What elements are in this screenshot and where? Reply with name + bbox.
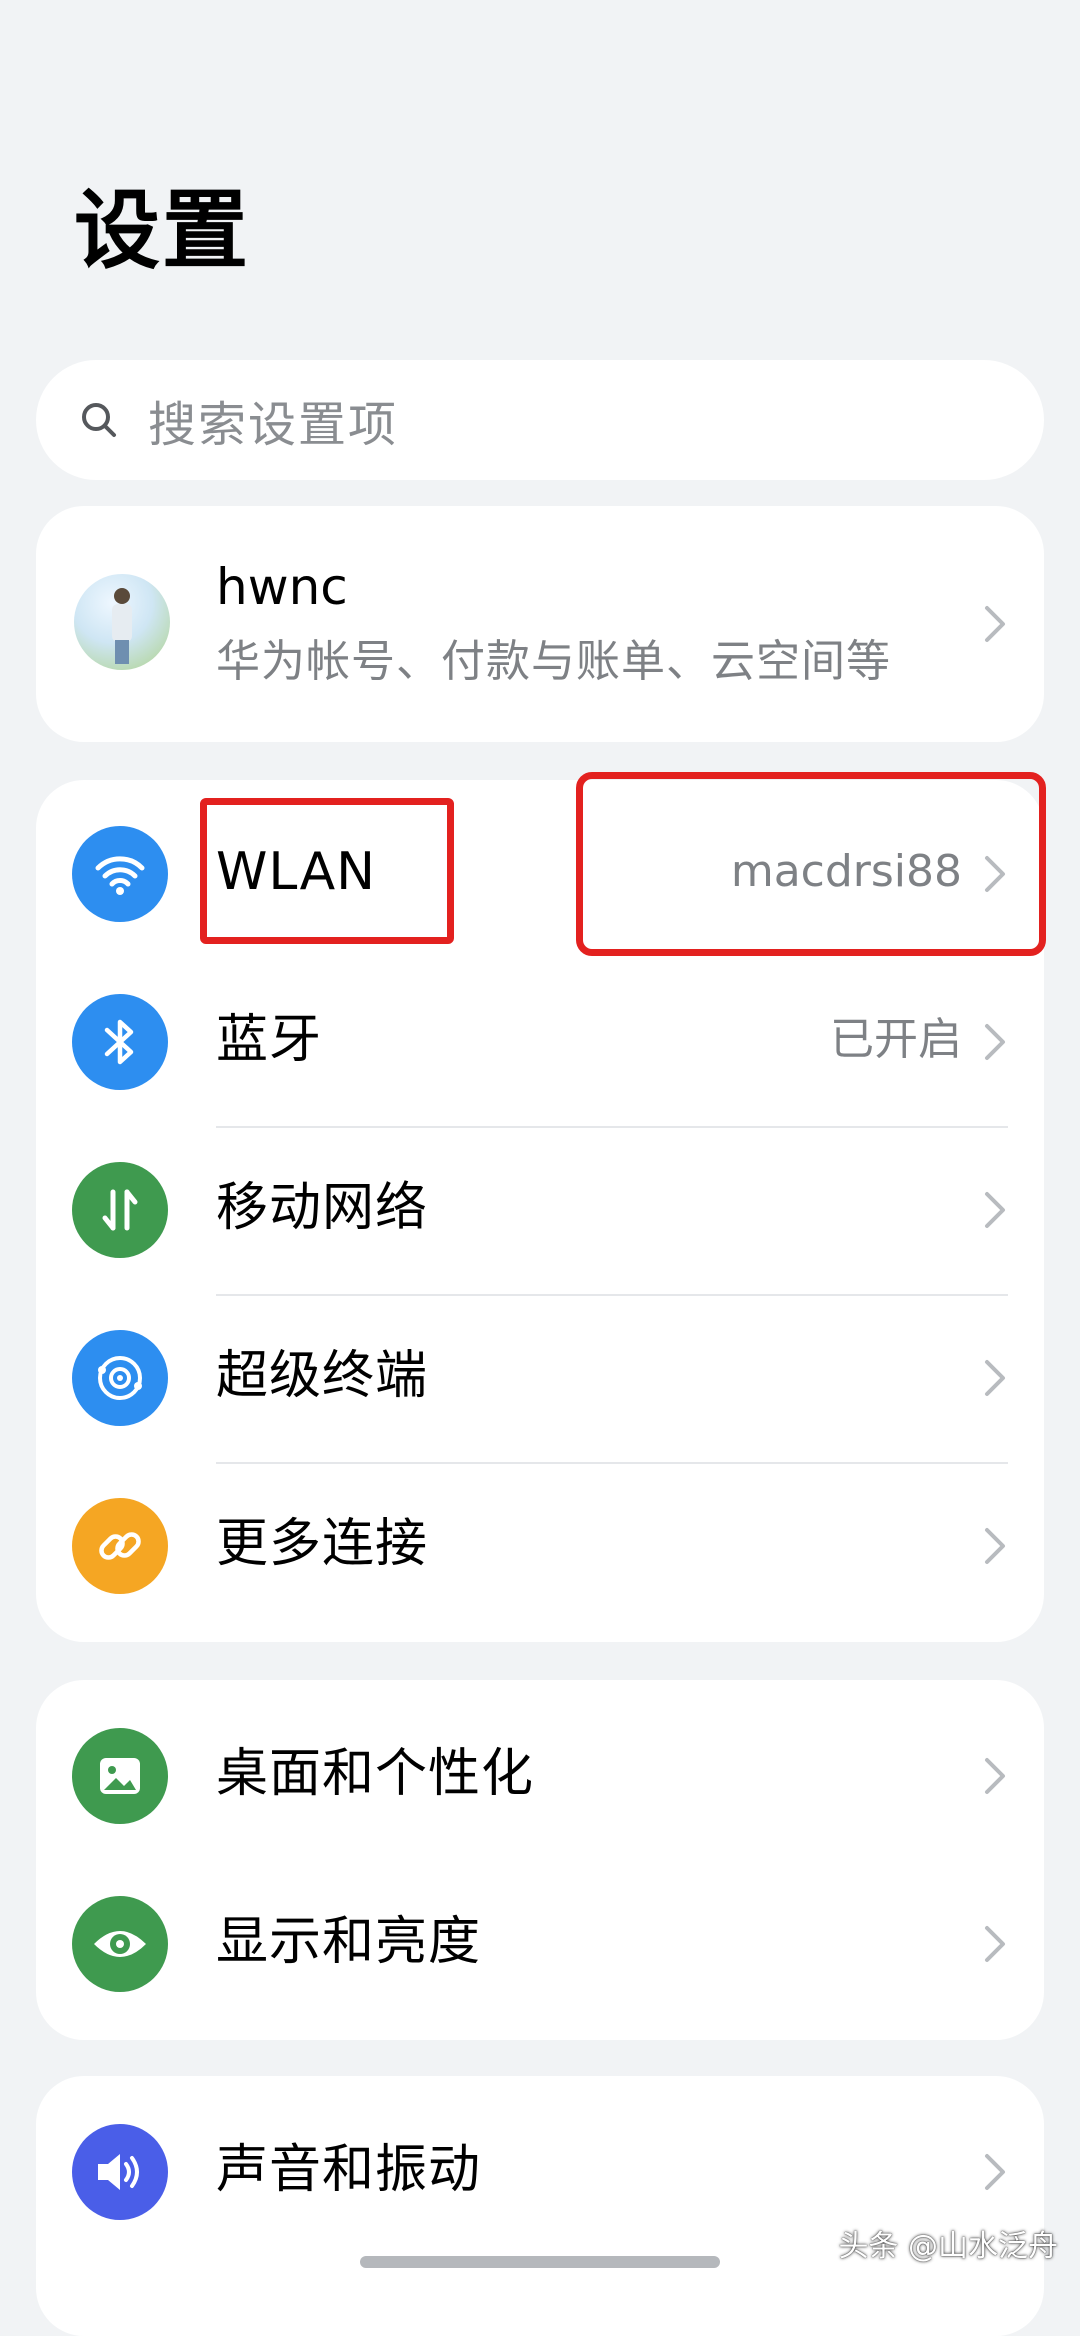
divider [216, 1126, 1008, 1128]
settings-item-label: 显示和亮度 [216, 1912, 482, 1972]
home-indicator[interactable] [360, 2256, 720, 2268]
settings-item-label: 移动网络 [216, 1178, 429, 1238]
settings-item-super-device[interactable]: 超级终端 [36, 1294, 1044, 1462]
settings-item-label: 更多连接 [216, 1514, 429, 1574]
chevron-right-icon [985, 606, 1005, 642]
speaker-icon [72, 2124, 168, 2220]
annotation-box-network-name [576, 772, 1046, 956]
bluetooth-icon [72, 994, 168, 1090]
search-bar[interactable]: 搜索设置项 [36, 360, 1044, 480]
search-icon [76, 397, 122, 443]
link-icon [72, 1498, 168, 1594]
divider [216, 1294, 1008, 1296]
chevron-right-icon [985, 2154, 1005, 2190]
settings-item-label: 桌面和个性化 [216, 1744, 535, 1804]
bluetooth-status: 已开启 [830, 1014, 962, 1065]
page-title: 设置 [74, 181, 250, 281]
account-card[interactable]: hwnc 华为帐号、付款与账单、云空间等 [36, 506, 1044, 742]
watermark: 头条 @山水泛舟 [838, 2229, 1058, 2264]
chevron-right-icon [985, 1024, 1005, 1060]
annotation-box-wlan [200, 798, 454, 944]
settings-item-home-screen[interactable]: 桌面和个性化 [36, 1692, 1044, 1860]
settings-item-more-connections[interactable]: 更多连接 [36, 1462, 1044, 1630]
settings-item-label: 超级终端 [216, 1346, 429, 1406]
display-card: 桌面和个性化 显示和亮度 [36, 1680, 1044, 2040]
wifi-icon [72, 826, 168, 922]
chevron-right-icon [985, 1192, 1005, 1228]
account-subtitle: 华为帐号、付款与账单、云空间等 [216, 636, 891, 687]
search-placeholder: 搜索设置项 [148, 397, 399, 453]
mobile-data-icon [72, 1162, 168, 1258]
avatar [74, 574, 170, 670]
chevron-right-icon [985, 1926, 1005, 1962]
settings-item-mobile-network[interactable]: 移动网络 [36, 1126, 1044, 1294]
settings-item-display-brightness[interactable]: 显示和亮度 [36, 1860, 1044, 2028]
chevron-right-icon [985, 1758, 1005, 1794]
account-name: hwnc [216, 558, 348, 616]
wallpaper-icon [72, 1728, 168, 1824]
divider [216, 1462, 1008, 1464]
super-device-icon [72, 1330, 168, 1426]
settings-item-label: 声音和振动 [216, 2140, 482, 2200]
sound-card: 声音和振动 [36, 2076, 1044, 2336]
settings-item-label: 蓝牙 [216, 1010, 323, 1070]
settings-item-bluetooth[interactable]: 蓝牙 已开启 [36, 958, 1044, 1126]
chevron-right-icon [985, 1360, 1005, 1396]
chevron-right-icon [985, 1528, 1005, 1564]
eye-icon [72, 1896, 168, 1992]
